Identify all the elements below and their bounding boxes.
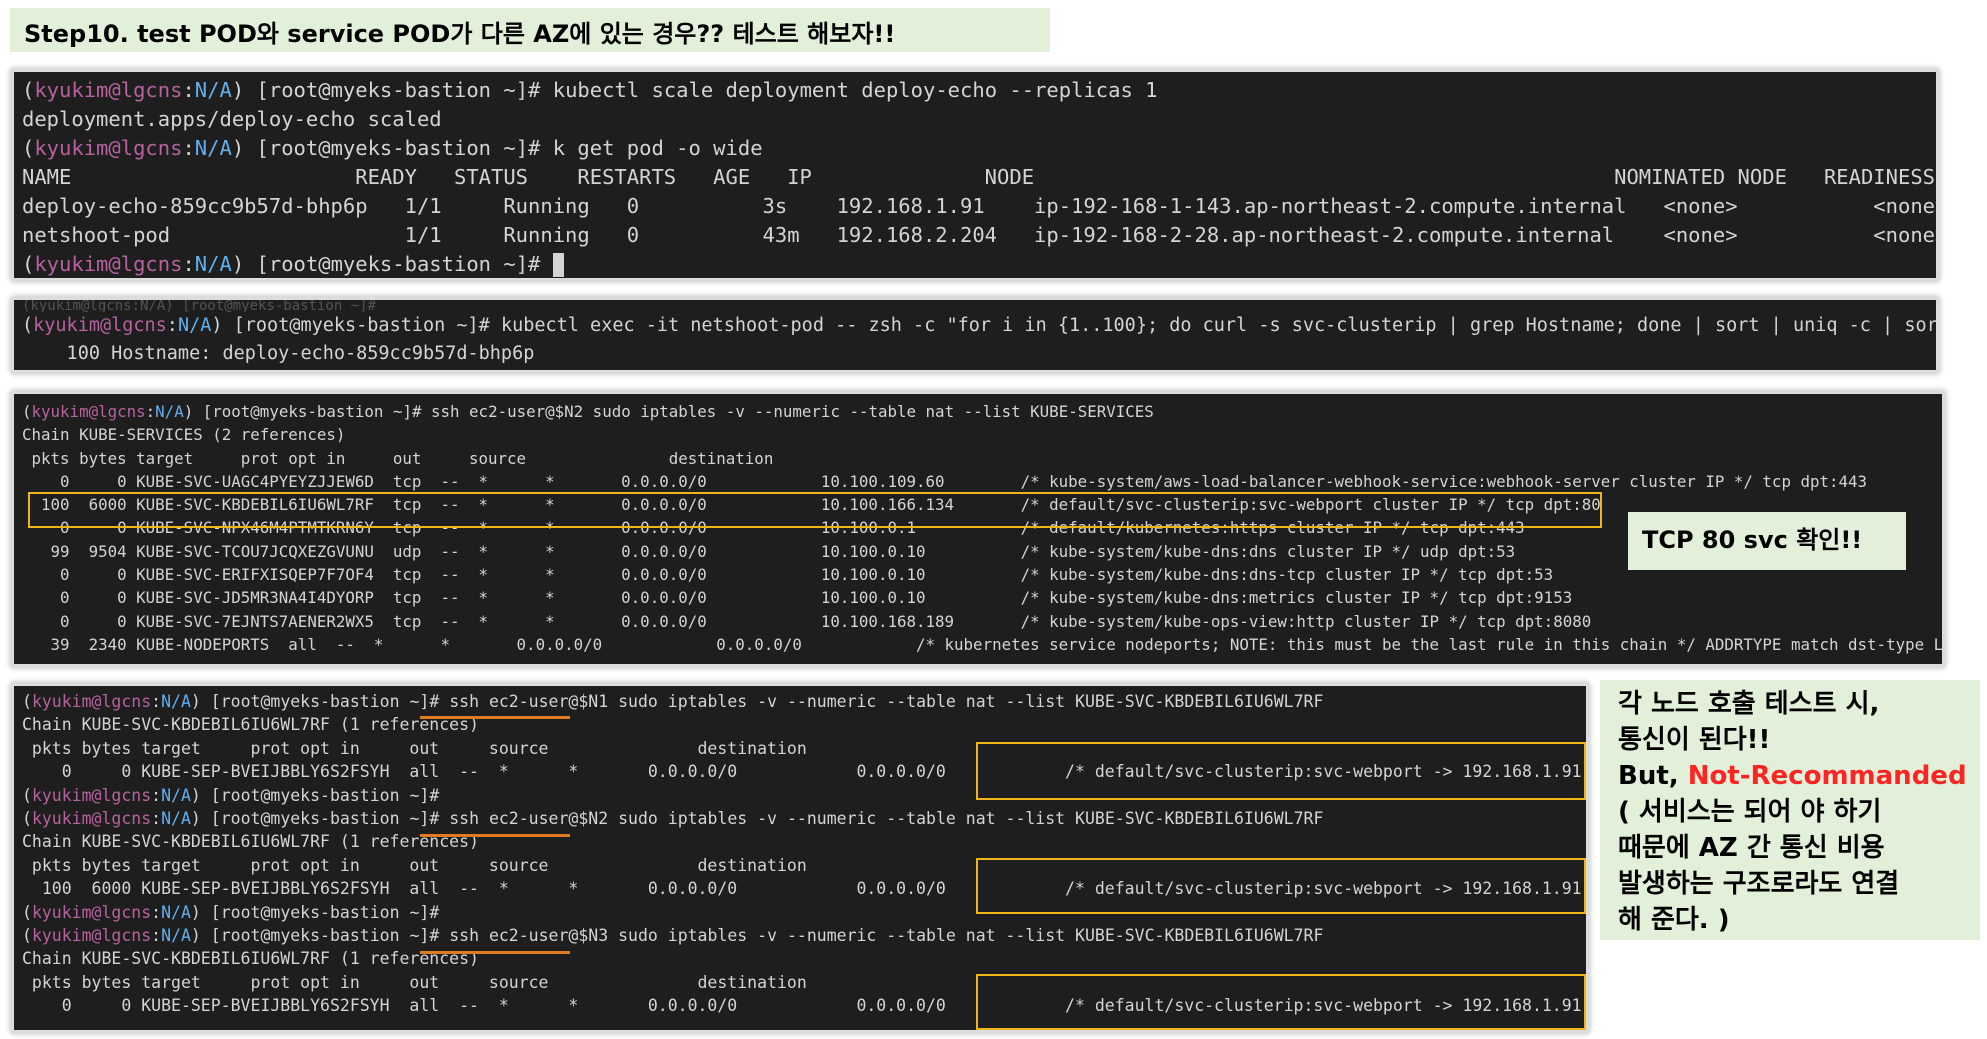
callout-not-recommended-text: Not-Recommanded: [1687, 761, 1967, 791]
page-title: Step10. test POD와 service POD가 다른 AZ에 있는…: [10, 8, 1050, 52]
prompt-host: [root@myeks-bastion ~]#: [200, 902, 450, 922]
table-row: deploy-echo-859cc9b57d-bhp6p 1/1 Running…: [22, 194, 1940, 218]
prompt-user: kyukim@lgcns: [34, 252, 183, 276]
iptables-rule: 0 0 KUBE-SVC-7EJNTS7AENER2WX5 tcp -- * *…: [22, 611, 1592, 631]
prompt-user: kyukim@lgcns: [31, 692, 152, 711]
svc-rule-highlight-box: [28, 492, 1602, 528]
node-var-n2: $N2: [578, 809, 609, 829]
prompt-host: [root@myeks-bastion ~]#: [222, 315, 501, 336]
ssh-n2-underline: [420, 834, 570, 837]
ssh-target: ssh ec2-user@: [449, 692, 579, 711]
prompt-user: kyukim@lgcns: [33, 315, 167, 336]
prompt-host: [root@myeks-bastion ~]#: [200, 809, 450, 829]
command-text: kubectl exec -it netshoot-pod -- zsh -c …: [500, 315, 1940, 336]
ssh-target: ssh ec2-user@: [449, 809, 579, 829]
command-text: sudo iptables -v --numeric --table nat -…: [608, 926, 1324, 946]
prompt-user: kyukim@lgcns: [31, 926, 152, 946]
node-var-n3: $N3: [578, 926, 609, 946]
prompt-host: [root@myeks-bastion ~]#: [244, 252, 553, 276]
chain-line: Chain KUBE-SVC-KBDEBIL6IU6WL7RF (1 refer…: [22, 832, 479, 852]
prompt-context: N/A: [194, 78, 232, 102]
terminal-curl-test[interactable]: (kyukim@lgcns:N/A) [root@myeks-bastion ~…: [10, 296, 1940, 374]
prompt-line: (kyukim@lgcns:N/A) [root@myeks-bastion ~…: [22, 402, 1154, 421]
prompt-host: [root@myeks-bastion ~]#: [193, 402, 431, 421]
chain-line: Chain KUBE-SVC-KBDEBIL6IU6WL7RF (1 refer…: [22, 715, 479, 735]
output-line: deployment.apps/deploy-echo scaled: [22, 107, 442, 131]
prompt-context: N/A: [161, 902, 191, 922]
command-text: ssh ec2-user@$N2 sudo iptables -v --nume…: [431, 402, 1154, 421]
chain-line: Chain KUBE-SERVICES (2 references): [22, 425, 346, 445]
prompt-line: (kyukim@lgcns:N/A) [root@myeks-bastion ~…: [22, 926, 1324, 946]
prompt-user: kyukim@lgcns: [31, 402, 146, 421]
chain-line: Chain KUBE-SVC-KBDEBIL6IU6WL7RF (1 refer…: [22, 949, 479, 969]
prompt-context: N/A: [177, 315, 212, 336]
endpoint-highlight-box-n1: [976, 742, 1586, 800]
ssh-n1-underline: [420, 716, 570, 719]
table-header: NAME READY STATUS RESTARTS AGE IP NODE N…: [22, 165, 1940, 189]
prompt-line: (kyukim@lgcns:N/A) [root@myeks-bastion ~…: [22, 78, 1158, 102]
terminal-cursor: [552, 253, 564, 277]
iptables-rule: 39 2340 KUBE-NODEPORTS all -- * * 0.0.0.…: [22, 634, 1946, 654]
callout-not-recommended: 각 노드 호출 테스트 시, 통신이 된다!! But, Not-Recomma…: [1600, 680, 1980, 940]
prompt-context: N/A: [161, 926, 191, 946]
prompt-line: (kyukim@lgcns:N/A) [root@myeks-bastion ~…: [22, 692, 1324, 711]
callout-line: 각 노드 호출 테스트 시,: [1618, 689, 1880, 719]
command-text: k get pod -o wide: [552, 136, 763, 160]
prompt-context: N/A: [194, 252, 232, 276]
prompt-user: kyukim@lgcns: [31, 902, 152, 922]
ssh-target: ssh ec2-user@: [449, 926, 579, 946]
prompt-line: (kyukim@lgcns:N/A) [root@myeks-bastion ~…: [22, 809, 1324, 829]
prompt-context: N/A: [155, 402, 184, 421]
table-header: pkts bytes target prot opt in out source…: [22, 448, 774, 468]
prompt-context: N/A: [161, 809, 191, 829]
callout-line: 해 준다. ): [1618, 905, 1730, 935]
callout-line: 때문에 AZ 간 통신 비용: [1618, 833, 1885, 863]
callout-but: But,: [1618, 761, 1688, 791]
ssh-n3-underline: [420, 951, 570, 954]
command-text: sudo iptables -v --numeric --table nat -…: [608, 692, 1324, 711]
prompt-line: (kyukim@lgcns:N/A) [root@myeks-bastion ~…: [22, 136, 763, 160]
prompt-user: kyukim@lgcns: [31, 785, 152, 805]
prompt-line: (kyukim@lgcns:N/A) [root@myeks-bastion ~…: [22, 250, 1928, 278]
prompt-context: N/A: [161, 692, 191, 711]
callout-line: ( 서비스는 되어 야 하기: [1618, 797, 1882, 827]
iptables-rule: 0 0 KUBE-SVC-JD5MR3NA4I4DYORP tcp -- * *…: [22, 588, 1573, 608]
command-text: kubectl scale deployment deploy-echo --r…: [552, 78, 1158, 102]
prompt-context: N/A: [194, 136, 232, 160]
prompt-host: [root@myeks-bastion ~]#: [200, 785, 450, 805]
prompt-host: [root@myeks-bastion ~]#: [244, 78, 553, 102]
terminal-kubectl-scale[interactable]: (kyukim@lgcns:N/A) [root@myeks-bastion ~…: [10, 68, 1940, 282]
callout-line: 통신이 된다!!: [1618, 725, 1771, 755]
prompt-context: N/A: [161, 785, 191, 805]
endpoint-highlight-box-n3: [976, 974, 1586, 1030]
clipped-prompt-line: (kyukim@lgcns:N/A) [root@myeks-bastion ~…: [22, 300, 377, 312]
command-text: sudo iptables -v --numeric --table nat -…: [608, 809, 1324, 829]
table-row: netshoot-pod 1/1 Running 0 43m 192.168.2…: [22, 223, 1940, 247]
prompt-user: kyukim@lgcns: [34, 136, 183, 160]
prompt-line: (kyukim@lgcns:N/A) [root@myeks-bastion ~…: [22, 312, 1936, 340]
callout-tcp80: TCP 80 svc 확인!!: [1628, 512, 1906, 570]
endpoint-highlight-box-n2: [976, 858, 1586, 914]
prompt-host: [root@myeks-bastion ~]#: [200, 926, 450, 946]
callout-line: 발생하는 구조로라도 연결: [1618, 869, 1900, 899]
callout-line: But, Not-Recommanded: [1618, 758, 1967, 794]
node-var-n1: $N1: [578, 692, 609, 711]
prompt-user: kyukim@lgcns: [34, 78, 183, 102]
prompt-host: [root@myeks-bastion ~]#: [244, 136, 553, 160]
prompt-user: kyukim@lgcns: [31, 809, 152, 829]
iptables-rule: 0 0 KUBE-SVC-UAGC4PYEYZJJEW6D tcp -- * *…: [22, 471, 1868, 491]
prompt-host: [root@myeks-bastion ~]#: [200, 692, 450, 711]
output-line: 100 Hostname: deploy-echo-859cc9b57d-bhp…: [22, 343, 535, 364]
